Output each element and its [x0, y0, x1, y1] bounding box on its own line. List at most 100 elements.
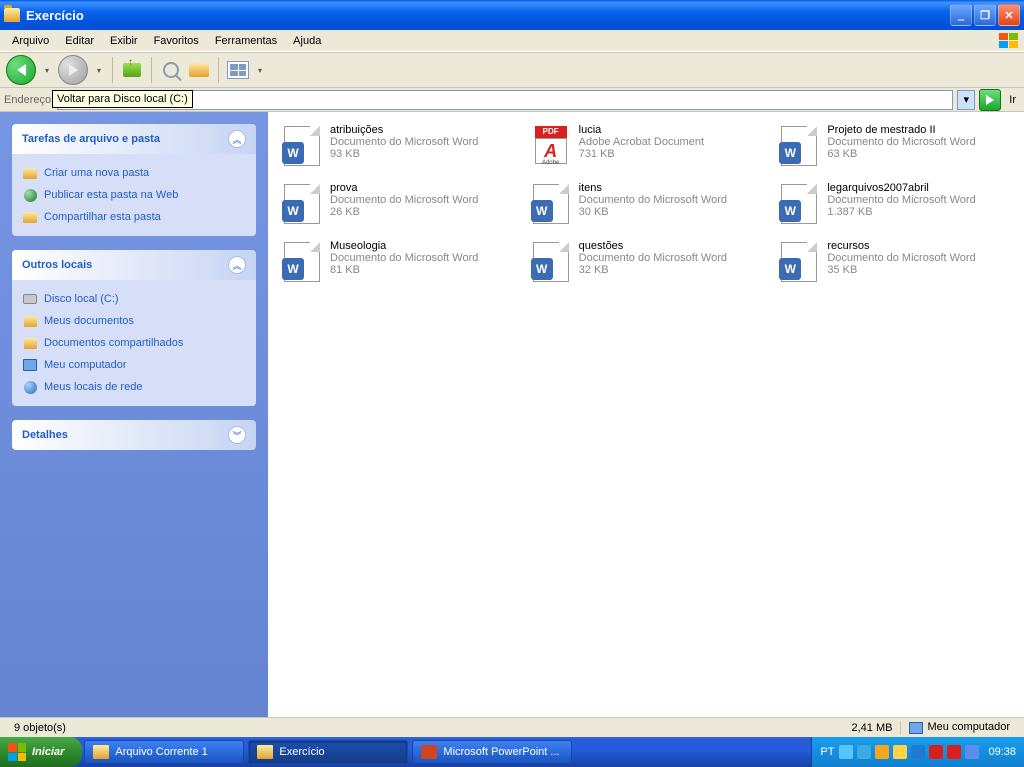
file-name: atribuições: [330, 124, 478, 136]
file-item[interactable]: WMuseologiaDocumento do Microsoft Word81…: [278, 238, 517, 286]
file-item[interactable]: PDFAAdobe luciaAdobe Acrobat Document731 …: [527, 122, 766, 170]
tray-icon[interactable]: [965, 745, 979, 759]
task-link-label: Disco local (C:): [44, 293, 119, 305]
file-item[interactable]: WprovaDocumento do Microsoft Word26 KB: [278, 180, 517, 228]
taskbar-item[interactable]: Arquivo Corrente 1: [84, 740, 244, 764]
task-link-label: Meus documentos: [44, 315, 134, 327]
folder-icon: [4, 8, 20, 22]
task-link-label: Criar uma nova pasta: [44, 167, 149, 179]
word-doc-icon: W: [529, 182, 573, 226]
place-network[interactable]: Meus locais de rede: [22, 376, 246, 398]
taskbar: Iniciar Arquivo Corrente 1 Exercício Mic…: [0, 737, 1024, 767]
up-folder-button[interactable]: [121, 59, 143, 81]
system-tray: PT 09:38: [811, 737, 1024, 767]
powerpoint-icon: [421, 745, 437, 759]
menu-editar[interactable]: Editar: [57, 32, 102, 50]
file-size: 731 KB: [579, 148, 704, 160]
computer-icon: [23, 359, 37, 371]
file-item[interactable]: WProjeto de mestrado IIDocumento do Micr…: [775, 122, 1014, 170]
expand-icon[interactable]: ︾: [228, 426, 246, 444]
file-item[interactable]: WrecursosDocumento do Microsoft Word35 K…: [775, 238, 1014, 286]
menu-ferramentas[interactable]: Ferramentas: [207, 32, 285, 50]
folder-icon: [93, 745, 109, 759]
place-local-disk[interactable]: Disco local (C:): [22, 288, 246, 310]
task-header[interactable]: Detalhes ︾: [12, 420, 256, 450]
forward-dropdown[interactable]: ▾: [94, 66, 104, 75]
place-shared-docs[interactable]: Documentos compartilhados: [22, 332, 246, 354]
maximize-button[interactable]: ❐: [974, 4, 996, 26]
search-button[interactable]: [160, 59, 182, 81]
toolbar: ▾ ▾ ▾: [0, 52, 1024, 88]
views-button[interactable]: [227, 59, 249, 81]
word-doc-icon: W: [777, 124, 821, 168]
folder-icon: [257, 745, 273, 759]
back-dropdown[interactable]: ▾: [42, 66, 52, 75]
file-name: Projeto de mestrado II: [827, 124, 975, 136]
file-type: Documento do Microsoft Word: [579, 252, 727, 264]
file-item[interactable]: Wlegarquivos2007abrilDocumento do Micros…: [775, 180, 1014, 228]
task-title: Outros locais: [22, 259, 228, 271]
taskbar-item[interactable]: Microsoft PowerPoint ...: [412, 740, 572, 764]
file-item[interactable]: WatribuiçõesDocumento do Microsoft Word9…: [278, 122, 517, 170]
tray-icon[interactable]: [947, 745, 961, 759]
tray-icon[interactable]: [893, 745, 907, 759]
file-size: 35 KB: [827, 264, 975, 276]
file-item[interactable]: WquestõesDocumento do Microsoft Word32 K…: [527, 238, 766, 286]
status-location: Meu computador: [901, 721, 1018, 733]
collapse-icon[interactable]: ︽: [228, 256, 246, 274]
task-publish-web[interactable]: Publicar esta pasta na Web: [22, 184, 246, 206]
file-name: itens: [579, 182, 727, 194]
file-type: Documento do Microsoft Word: [827, 252, 975, 264]
views-dropdown[interactable]: ▾: [255, 66, 265, 75]
file-type: Documento do Microsoft Word: [330, 194, 478, 206]
address-bar: Endereço Voltar para Disco local (C:) ▾ …: [0, 88, 1024, 112]
status-size: 2,41 MB: [843, 722, 900, 734]
taskbar-item-active[interactable]: Exercício: [248, 740, 408, 764]
task-new-folder[interactable]: Criar uma nova pasta: [22, 162, 246, 184]
task-share-folder[interactable]: Compartilhar esta pasta: [22, 206, 246, 228]
task-box-places: Outros locais ︽ Disco local (C:) Meus do…: [12, 250, 256, 406]
back-button[interactable]: [6, 55, 36, 85]
menu-ajuda[interactable]: Ajuda: [285, 32, 329, 50]
start-button[interactable]: Iniciar: [0, 737, 82, 767]
task-title: Tarefas de arquivo e pasta: [22, 133, 228, 145]
tray-icon[interactable]: [929, 745, 943, 759]
folders-button[interactable]: [188, 59, 210, 81]
go-button[interactable]: [979, 89, 1001, 111]
clock[interactable]: 09:38: [988, 746, 1016, 758]
task-link-label: Meu computador: [44, 359, 127, 371]
file-size: 1.387 KB: [827, 206, 975, 218]
language-indicator[interactable]: PT: [820, 746, 834, 758]
folder-new-icon: [23, 168, 37, 179]
file-type: Adobe Acrobat Document: [579, 136, 704, 148]
task-header[interactable]: Outros locais ︽: [12, 250, 256, 280]
forward-button[interactable]: [58, 55, 88, 85]
globe-icon: [24, 189, 37, 202]
taskbar-item-label: Microsoft PowerPoint ...: [443, 746, 559, 758]
close-button[interactable]: ✕: [998, 4, 1020, 26]
go-label: Ir: [1005, 94, 1020, 106]
file-size: 26 KB: [330, 206, 478, 218]
file-list-pane[interactable]: WatribuiçõesDocumento do Microsoft Word9…: [268, 112, 1024, 717]
task-link-label: Meus locais de rede: [44, 381, 142, 393]
file-item[interactable]: WitensDocumento do Microsoft Word30 KB: [527, 180, 766, 228]
collapse-icon[interactable]: ︽: [228, 130, 246, 148]
tray-icon[interactable]: [911, 745, 925, 759]
place-my-computer[interactable]: Meu computador: [22, 354, 246, 376]
file-name: lucia: [579, 124, 704, 136]
minimize-button[interactable]: ‗: [950, 4, 972, 26]
file-name: recursos: [827, 240, 975, 252]
tray-icon[interactable]: [839, 745, 853, 759]
task-header[interactable]: Tarefas de arquivo e pasta ︽: [12, 124, 256, 154]
address-dropdown[interactable]: ▾: [957, 90, 975, 110]
pdf-icon: PDFAAdobe: [529, 124, 573, 168]
menu-favoritos[interactable]: Favoritos: [146, 32, 207, 50]
place-my-documents[interactable]: Meus documentos: [22, 310, 246, 332]
tray-icon[interactable]: [857, 745, 871, 759]
file-type: Documento do Microsoft Word: [330, 136, 478, 148]
tray-icon[interactable]: [875, 745, 889, 759]
menu-arquivo[interactable]: Arquivo: [4, 32, 57, 50]
start-label: Iniciar: [32, 746, 64, 758]
menu-exibir[interactable]: Exibir: [102, 32, 146, 50]
file-type: Documento do Microsoft Word: [579, 194, 727, 206]
